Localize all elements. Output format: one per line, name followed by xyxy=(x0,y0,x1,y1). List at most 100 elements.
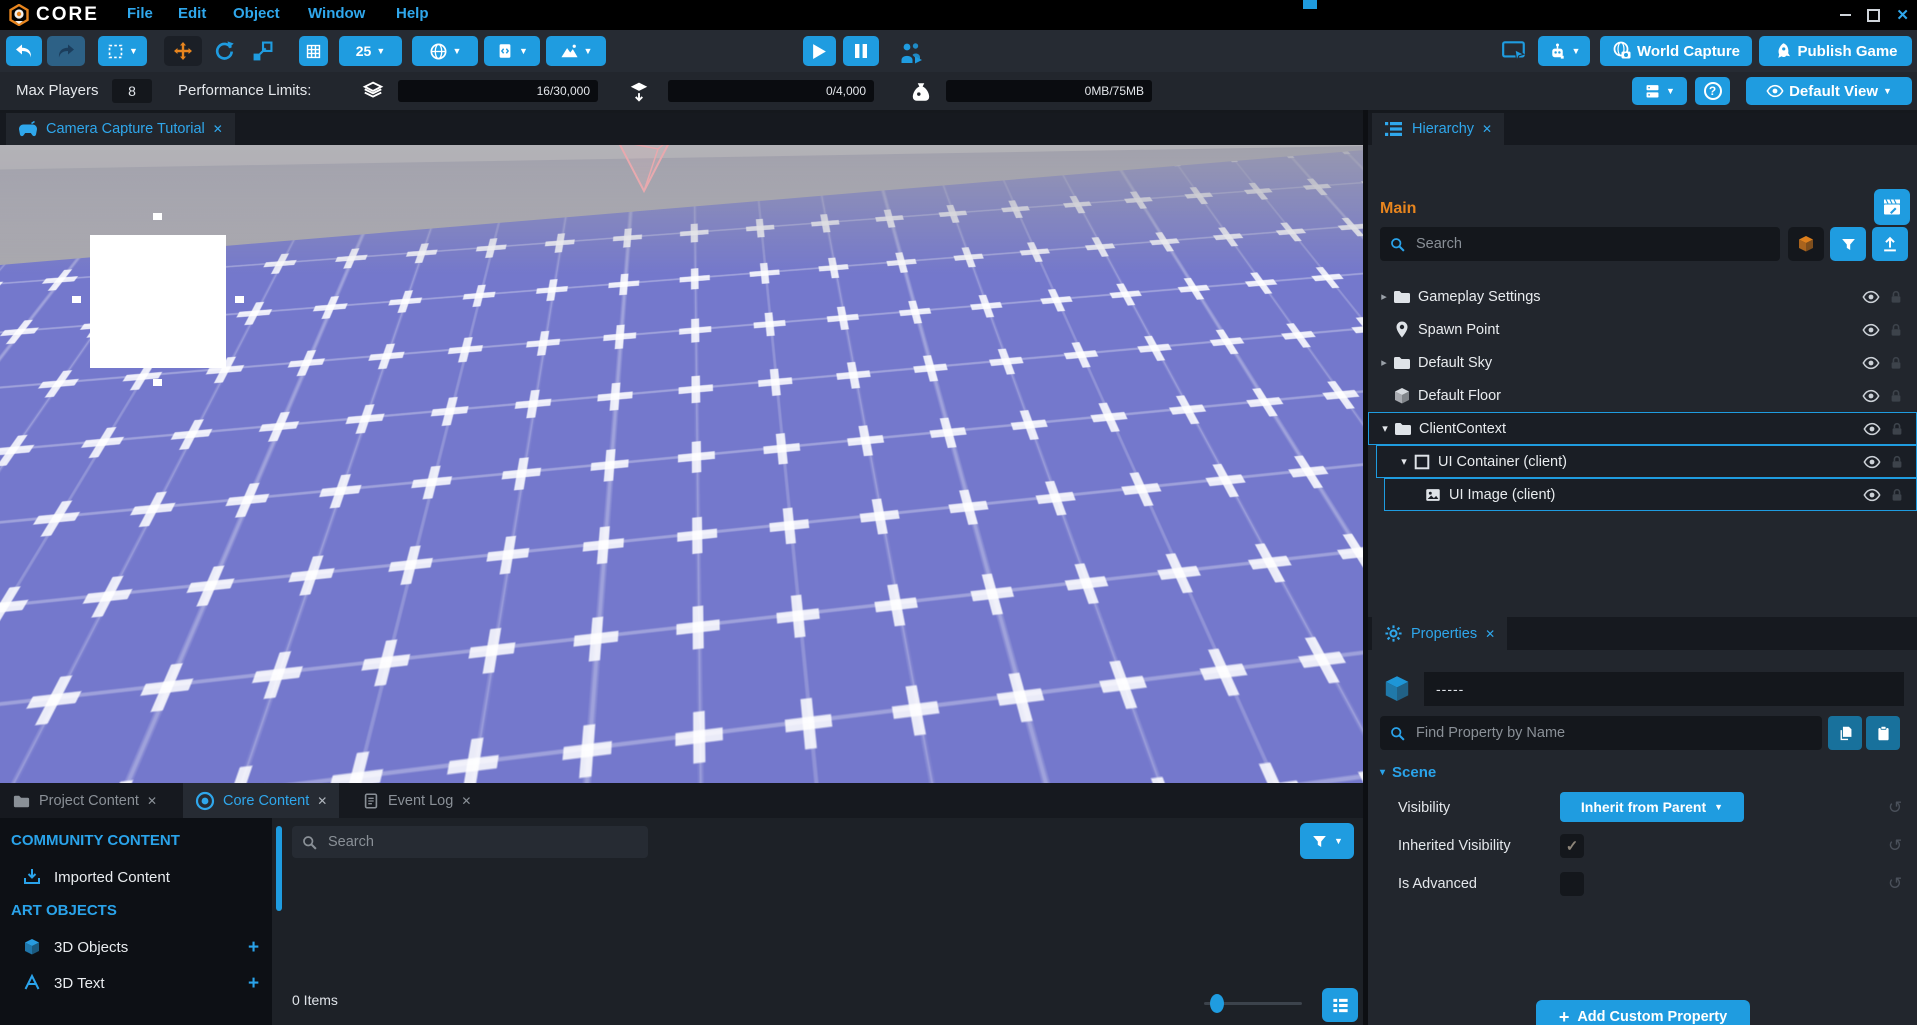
close-icon[interactable]: ✕ xyxy=(317,794,327,808)
thumbnail-size-knob[interactable] xyxy=(1210,994,1224,1013)
hierarchy-filter-button[interactable] xyxy=(1830,227,1866,261)
tree-row-default-floor[interactable]: Default Floor xyxy=(1368,379,1917,412)
selection-handle-right[interactable] xyxy=(235,296,244,303)
paste-properties-button[interactable] xyxy=(1866,716,1900,750)
copy-properties-button[interactable] xyxy=(1828,716,1862,750)
inherited-visibility-checkbox[interactable]: ✓ xyxy=(1560,834,1584,858)
scene-section-header[interactable]: ▾ Scene xyxy=(1380,764,1436,781)
screen-share-button[interactable] xyxy=(1500,38,1528,64)
selection-mode-dropdown[interactable]: ▼ xyxy=(98,36,147,66)
hierarchy-search-field[interactable] xyxy=(1380,227,1780,261)
add-3d-text-button[interactable]: + xyxy=(248,974,259,993)
spawn-capsule-gizmo[interactable] xyxy=(528,336,590,438)
lock-icon[interactable] xyxy=(1888,289,1904,305)
bot-tools-dropdown[interactable]: ▼ xyxy=(1538,36,1590,66)
menu-edit[interactable]: Edit xyxy=(178,5,206,22)
undo-button[interactable] xyxy=(6,36,42,66)
close-icon[interactable]: ✕ xyxy=(461,794,471,808)
visibility-eye-icon[interactable] xyxy=(1862,354,1880,372)
redo-button[interactable] xyxy=(47,36,85,66)
scene-viewport[interactable]: z x y xyxy=(0,145,1363,783)
is-advanced-checkbox[interactable] xyxy=(1560,872,1584,896)
close-window-icon[interactable]: ✕ xyxy=(1896,8,1909,23)
maximize-icon[interactable] xyxy=(1867,9,1880,22)
max-players-value[interactable]: 8 xyxy=(112,79,152,103)
close-icon[interactable]: ✕ xyxy=(147,794,157,808)
lock-icon[interactable] xyxy=(1889,487,1905,503)
script-dropdown[interactable]: ▼ xyxy=(484,36,540,66)
visibility-eye-icon[interactable] xyxy=(1863,420,1881,438)
tree-row-gameplay-settings[interactable]: ▸ Gameplay Settings xyxy=(1368,280,1917,313)
menu-window[interactable]: Window xyxy=(308,5,365,22)
collapse-arrow-icon[interactable]: ▾ xyxy=(1379,422,1391,435)
collapse-arrow-icon[interactable]: ▾ xyxy=(1398,455,1410,468)
sidebar-scrollbar[interactable] xyxy=(276,826,282,911)
pause-button[interactable] xyxy=(843,36,879,66)
asset-cube-button[interactable] xyxy=(1788,227,1824,261)
close-icon[interactable]: ✕ xyxy=(1485,627,1495,641)
selection-handle-bottom[interactable] xyxy=(153,379,162,386)
content-search-field[interactable] xyxy=(292,826,648,858)
scale-tool-button[interactable] xyxy=(249,38,275,64)
move-tool-button[interactable] xyxy=(164,36,202,66)
tab-camera-capture-tutorial[interactable]: Camera Capture Tutorial ✕ xyxy=(6,113,235,145)
tree-row-default-sky[interactable]: ▸ Default Sky xyxy=(1368,346,1917,379)
help-button[interactable]: ? xyxy=(1695,77,1730,105)
tab-project-content[interactable]: Project Content ✕ xyxy=(0,785,169,817)
world-capture-button[interactable]: World Capture xyxy=(1600,36,1752,66)
scene-capture-button[interactable] xyxy=(1874,189,1910,225)
tree-row-spawn-point[interactable]: Spawn Point xyxy=(1368,313,1917,346)
lock-icon[interactable] xyxy=(1888,355,1904,371)
tree-row-clientcontext[interactable]: ▾ ClientContext xyxy=(1368,412,1917,445)
default-view-dropdown[interactable]: Default View ▼ xyxy=(1746,77,1912,105)
visibility-eye-icon[interactable] xyxy=(1862,321,1880,339)
world-settings-dropdown[interactable]: ▼ xyxy=(412,36,478,66)
tab-event-log[interactable]: Event Log ✕ xyxy=(350,785,483,817)
tree-row-ui-container[interactable]: ▾ UI Container (client) xyxy=(1376,445,1917,478)
terrain-dropdown[interactable]: ▼ xyxy=(546,36,606,66)
lock-icon[interactable] xyxy=(1888,388,1904,404)
expand-arrow-icon[interactable]: ▸ xyxy=(1378,290,1390,303)
tree-row-ui-image[interactable]: UI Image (client) xyxy=(1384,478,1917,511)
selection-handle-top[interactable] xyxy=(153,213,162,220)
visibility-eye-icon[interactable] xyxy=(1863,453,1881,471)
selection-handle-left[interactable] xyxy=(72,296,81,303)
tab-core-content[interactable]: Core Content ✕ xyxy=(183,783,339,818)
find-property-input[interactable] xyxy=(1414,724,1813,742)
add-3d-objects-button[interactable]: + xyxy=(248,938,259,957)
visibility-eye-icon[interactable] xyxy=(1863,486,1881,504)
multiplayer-preview-button[interactable] xyxy=(897,40,925,66)
close-icon[interactable]: ✕ xyxy=(213,122,223,136)
content-search-input[interactable] xyxy=(326,833,639,851)
add-custom-property-button[interactable]: + Add Custom Property xyxy=(1536,1000,1750,1025)
tab-properties[interactable]: Properties ✕ xyxy=(1372,617,1507,650)
scene-list-dropdown[interactable]: ▼ xyxy=(1632,77,1687,105)
expand-arrow-icon[interactable]: ▸ xyxy=(1378,356,1390,369)
reset-inherited-visibility-icon[interactable]: ↺ xyxy=(1888,836,1902,856)
reset-is-advanced-icon[interactable]: ↺ xyxy=(1888,874,1902,894)
rotate-tool-button[interactable] xyxy=(210,38,238,64)
export-template-button[interactable] xyxy=(1872,227,1908,261)
menu-help[interactable]: Help xyxy=(396,5,429,22)
lock-icon[interactable] xyxy=(1889,454,1905,470)
lock-icon[interactable] xyxy=(1888,322,1904,338)
visibility-dropdown[interactable]: Inherit from Parent ▼ xyxy=(1560,792,1744,822)
visibility-eye-icon[interactable] xyxy=(1862,387,1880,405)
grid-step-dropdown[interactable]: 25 ▼ xyxy=(339,36,402,66)
publish-game-button[interactable]: Publish Game xyxy=(1759,36,1912,66)
grid-snap-button[interactable] xyxy=(299,36,328,66)
content-filter-button[interactable]: ▼ xyxy=(1300,823,1354,859)
ui-image-selection[interactable] xyxy=(90,235,226,368)
sidebar-item-3d-text[interactable]: 3D Text + xyxy=(0,970,272,996)
tab-hierarchy[interactable]: Hierarchy ✕ xyxy=(1372,113,1504,145)
play-button[interactable] xyxy=(803,36,836,66)
minimize-icon[interactable] xyxy=(1840,14,1851,16)
menu-file[interactable]: File xyxy=(127,5,153,22)
menu-object[interactable]: Object xyxy=(233,5,280,22)
hierarchy-search-input[interactable] xyxy=(1414,235,1771,253)
visibility-eye-icon[interactable] xyxy=(1862,288,1880,306)
sidebar-item-imported-content[interactable]: Imported Content xyxy=(0,864,272,890)
view-mode-button[interactable] xyxy=(1322,988,1358,1022)
reset-visibility-icon[interactable]: ↺ xyxy=(1888,798,1902,818)
lock-icon[interactable] xyxy=(1889,421,1905,437)
